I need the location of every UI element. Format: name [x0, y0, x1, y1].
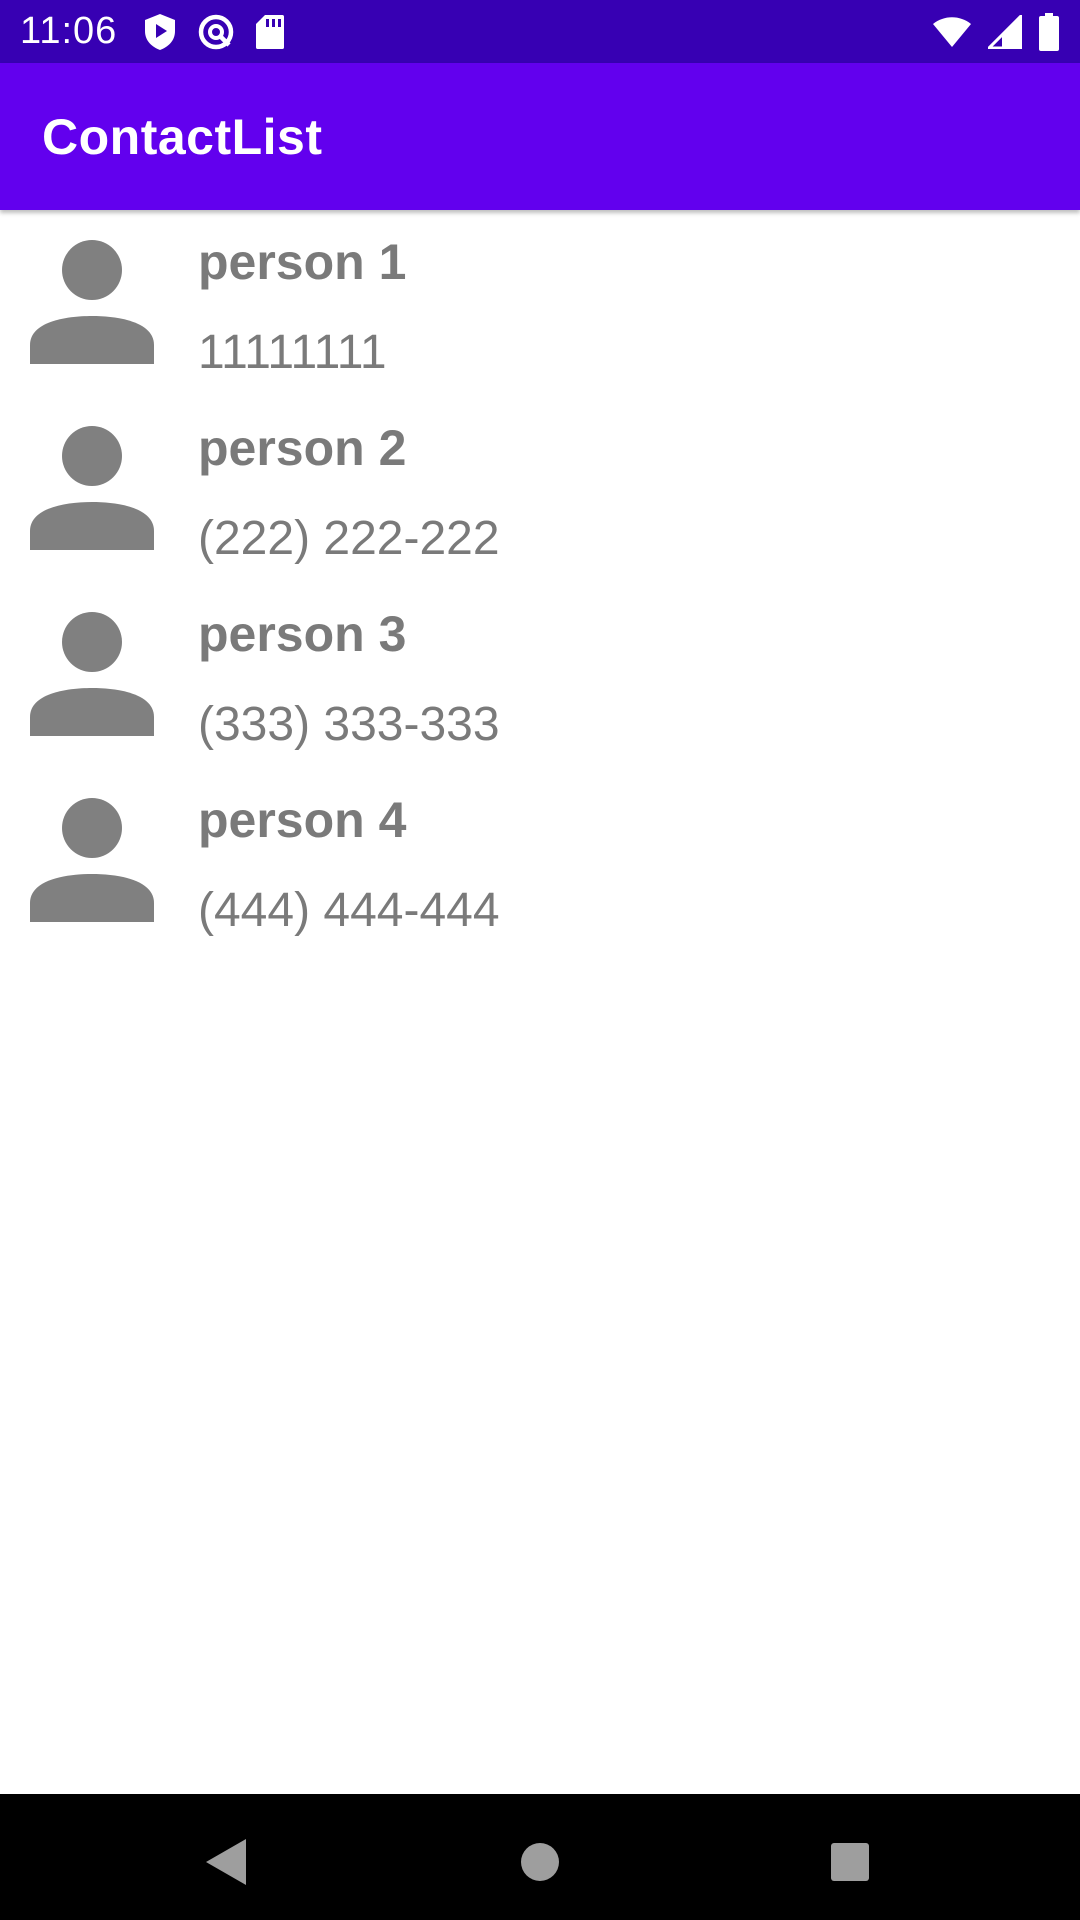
contact-item[interactable]: person 4 (444) 444-444 — [0, 773, 1080, 959]
status-left-icons — [143, 13, 285, 51]
cell-signal-icon — [988, 14, 1022, 49]
app-bar: ContactList — [0, 63, 1080, 210]
status-bar: 11:06 — [0, 0, 1080, 63]
back-icon[interactable] — [196, 1832, 256, 1892]
person-avatar-icon — [30, 426, 154, 550]
battery-icon — [1038, 12, 1060, 51]
person-avatar-icon — [30, 798, 154, 922]
play-shield-icon — [143, 13, 177, 51]
status-time: 11:06 — [20, 10, 118, 52]
contact-name: person 1 — [198, 234, 407, 290]
contact-name: person 3 — [198, 606, 407, 662]
contact-phone: (333) 333-333 — [198, 698, 500, 751]
status-right-icons — [932, 12, 1060, 51]
sd-card-icon — [255, 14, 285, 50]
recents-icon[interactable] — [820, 1832, 880, 1892]
person-avatar-icon — [30, 612, 154, 736]
home-icon[interactable] — [510, 1832, 570, 1892]
contact-phone: 11111111 — [198, 326, 387, 379]
contact-item[interactable]: person 3 (333) 333-333 — [0, 587, 1080, 773]
person-avatar-icon — [30, 240, 154, 364]
sync-icon — [197, 13, 235, 51]
contact-name: person 4 — [198, 792, 407, 848]
contact-phone: (222) 222-222 — [198, 512, 500, 565]
contact-name: person 2 — [198, 420, 407, 476]
contact-item[interactable]: person 2 (222) 222-222 — [0, 401, 1080, 587]
wifi-icon — [932, 16, 972, 48]
app-title: ContactList — [42, 108, 323, 165]
contact-phone: (444) 444-444 — [198, 884, 500, 937]
contact-list[interactable]: person 1 11111111 person 2 (222) 222-222… — [0, 215, 1080, 959]
navigation-bar — [0, 1794, 1080, 1920]
contact-item[interactable]: person 1 11111111 — [0, 215, 1080, 401]
contact-list-screen: 11:06 ContactList person 1 11111111 pers… — [0, 0, 1080, 1920]
